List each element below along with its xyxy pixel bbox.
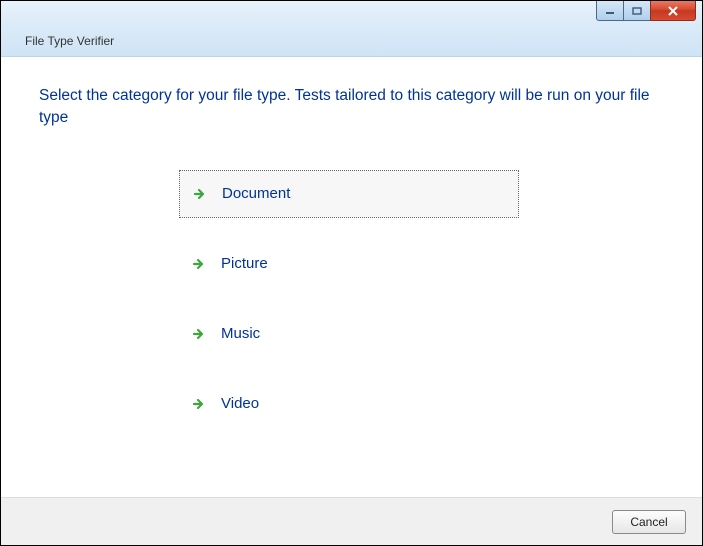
- category-option-picture[interactable]: Picture: [179, 240, 519, 288]
- category-option-label: Document: [222, 185, 290, 202]
- category-option-video[interactable]: Video: [179, 380, 519, 428]
- arrow-right-icon: [191, 256, 207, 272]
- titlebar: File Type Verifier: [1, 1, 702, 57]
- dialog-window: File Type Verifier Select the category f…: [0, 0, 703, 546]
- arrow-right-icon: [192, 186, 208, 202]
- dialog-footer: Cancel: [1, 497, 702, 545]
- category-option-label: Picture: [221, 255, 268, 272]
- content-area: Select the category for your file type. …: [1, 57, 702, 497]
- arrow-right-icon: [191, 326, 207, 342]
- category-option-label: Video: [221, 395, 259, 412]
- category-option-music[interactable]: Music: [179, 310, 519, 358]
- category-option-label: Music: [221, 325, 260, 342]
- maximize-button[interactable]: [623, 1, 651, 21]
- close-button[interactable]: [650, 1, 696, 21]
- minimize-button[interactable]: [596, 1, 624, 21]
- arrow-right-icon: [191, 396, 207, 412]
- cancel-button[interactable]: Cancel: [612, 510, 686, 534]
- category-option-document[interactable]: Document: [179, 170, 519, 218]
- window-controls: [597, 1, 696, 21]
- category-options: Document Picture Music Video: [179, 170, 519, 428]
- app-title: File Type Verifier: [25, 34, 114, 48]
- page-heading: Select the category for your file type. …: [39, 85, 664, 130]
